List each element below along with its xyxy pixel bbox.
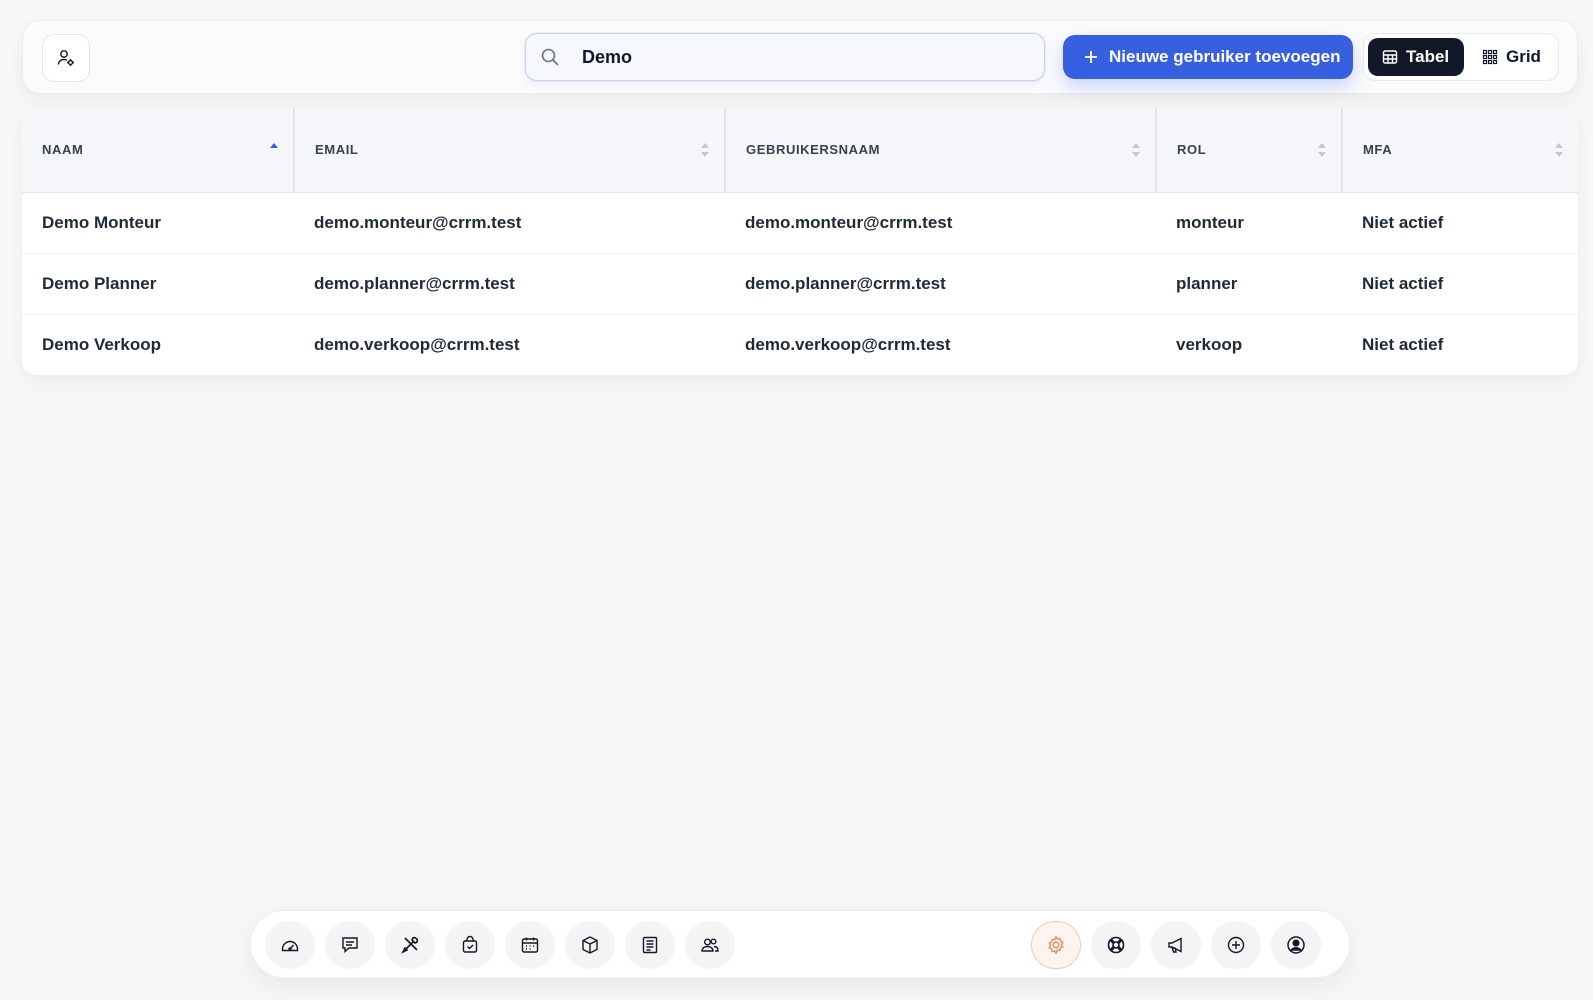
view-table-label: Tabel — [1406, 47, 1450, 66]
cell-email: demo.monteur@crrm.test — [314, 212, 522, 232]
cell-rol: monteur — [1176, 212, 1244, 232]
cell-mfa: Niet actief — [1362, 212, 1444, 232]
view-toggle: Tabel Grid — [1363, 33, 1559, 81]
dock-dashboard-button[interactable] — [265, 921, 315, 969]
grid-icon — [1482, 49, 1498, 65]
settings-icon — [1046, 935, 1066, 955]
invoice-icon — [640, 935, 660, 955]
cell-email: demo.verkoop@crrm.test — [314, 334, 520, 354]
dock-support-button[interactable] — [1091, 921, 1141, 969]
sort-icon — [1317, 142, 1327, 158]
column-header-rol[interactable]: ROL — [1156, 108, 1343, 193]
view-grid-button[interactable]: Grid — [1468, 38, 1556, 76]
view-table-button[interactable]: Tabel — [1368, 38, 1464, 76]
user-settings-icon — [56, 48, 76, 68]
users-table-card: NAAM EMAIL GEBRUIKERSNAAM ROL MFA Demo M… — [22, 108, 1578, 375]
cell-mfa: Niet actief — [1362, 334, 1444, 354]
search-icon — [540, 47, 560, 67]
cell-naam: Demo Verkoop — [42, 334, 162, 354]
cell-gebruikersnaam: demo.verkoop@crrm.test — [745, 334, 951, 354]
cell-email: demo.planner@crrm.test — [314, 273, 515, 293]
dashboard-icon — [280, 935, 300, 955]
top-toolbar: Nieuwe gebruiker toevoegen Tabel Grid — [22, 20, 1578, 94]
user-settings-button[interactable] — [42, 34, 90, 82]
cell-rol: planner — [1176, 273, 1238, 293]
dock-profile-button[interactable] — [1271, 921, 1321, 969]
search-box — [525, 33, 1045, 81]
plus-icon — [1083, 49, 1099, 65]
table-header-row: NAAM EMAIL GEBRUIKERSNAAM ROL MFA — [22, 108, 1578, 193]
support-icon — [1106, 935, 1126, 955]
sort-icon — [1554, 142, 1564, 158]
users-table: NAAM EMAIL GEBRUIKERSNAAM ROL MFA Demo M… — [22, 108, 1578, 375]
add-user-button[interactable]: Nieuwe gebruiker toevoegen — [1063, 35, 1353, 79]
cell-mfa: Niet actief — [1362, 273, 1444, 293]
bottom-dock — [250, 910, 1350, 978]
sort-ascending-icon — [269, 142, 279, 158]
dock-users-button[interactable] — [685, 921, 735, 969]
dock-calendar-button[interactable] — [505, 921, 555, 969]
cell-rol: verkoop — [1176, 334, 1243, 354]
dock-messages-button[interactable] — [325, 921, 375, 969]
profile-icon — [1286, 935, 1306, 955]
add-user-label: Nieuwe gebruiker toevoegen — [1109, 47, 1341, 66]
table-row[interactable]: Demo Planner demo.planner@crrm.test demo… — [22, 253, 1578, 314]
tools-icon — [400, 935, 420, 955]
column-label: MFA — [1363, 142, 1393, 158]
dock-announcements-button[interactable] — [1151, 921, 1201, 969]
cell-naam: Demo Monteur — [42, 212, 161, 232]
cell-gebruikersnaam: demo.monteur@crrm.test — [745, 212, 953, 232]
view-grid-label: Grid — [1506, 47, 1541, 66]
column-header-email[interactable]: EMAIL — [294, 108, 726, 193]
sort-icon — [700, 142, 710, 158]
cell-naam: Demo Planner — [42, 273, 157, 293]
users-icon — [700, 935, 720, 955]
column-label: EMAIL — [315, 142, 359, 158]
table-row[interactable]: Demo Verkoop demo.verkoop@crrm.test demo… — [22, 314, 1578, 375]
dock-products-button[interactable] — [565, 921, 615, 969]
column-label: ROL — [1177, 142, 1207, 158]
box-icon — [580, 935, 600, 955]
dock-settings-button[interactable] — [1031, 921, 1081, 969]
column-header-mfa[interactable]: MFA — [1342, 108, 1578, 193]
column-header-naam[interactable]: NAAM — [22, 108, 295, 193]
megaphone-icon — [1166, 935, 1186, 955]
calendar-icon — [520, 935, 540, 955]
cell-gebruikersnaam: demo.planner@crrm.test — [745, 273, 946, 293]
dock-orders-button[interactable] — [445, 921, 495, 969]
dock-add-button[interactable] — [1211, 921, 1261, 969]
sort-icon — [1131, 142, 1141, 158]
column-label: GEBRUIKERSNAAM — [746, 142, 881, 158]
plus-circle-icon — [1226, 935, 1246, 955]
orders-icon — [460, 935, 480, 955]
search-input[interactable] — [582, 41, 1022, 73]
column-header-gebruikersnaam[interactable]: GEBRUIKERSNAAM — [725, 108, 1157, 193]
table-row[interactable]: Demo Monteur demo.monteur@crrm.test demo… — [22, 192, 1578, 253]
dock-tools-button[interactable] — [385, 921, 435, 969]
column-label: NAAM — [42, 142, 84, 158]
messages-icon — [340, 935, 360, 955]
table-icon — [1382, 49, 1398, 65]
dock-invoices-button[interactable] — [625, 921, 675, 969]
